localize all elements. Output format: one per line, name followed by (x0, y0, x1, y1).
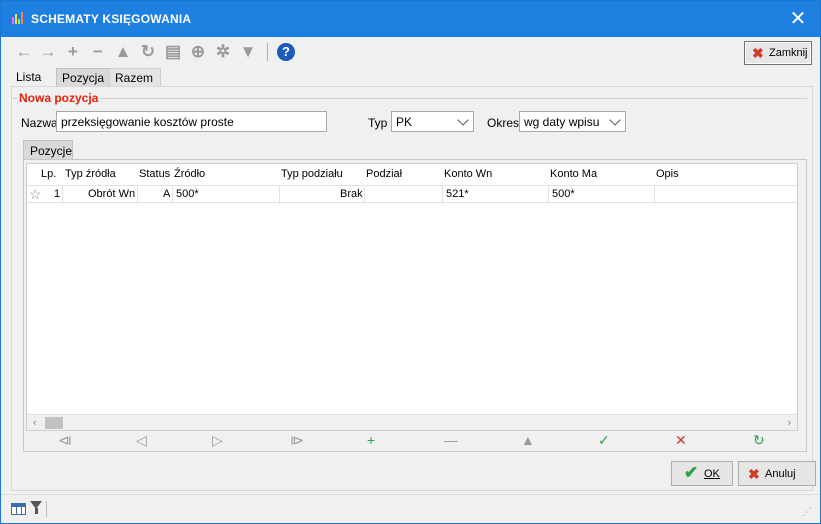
toolbar-separator (267, 43, 268, 61)
col-header-konto-ma[interactable]: Konto Ma (550, 168, 597, 180)
cancel-x-icon: ✖ (748, 466, 760, 482)
arrow-right-icon[interactable]: → (39, 43, 57, 61)
column-divider (279, 186, 280, 204)
last-record-icon[interactable]: ⧐ (290, 432, 304, 448)
tab-razem[interactable]: Razem (109, 68, 161, 86)
horizontal-scrollbar[interactable]: ‹ › (27, 414, 797, 430)
cell-typ-zrodla: Obrót Wn (88, 188, 136, 200)
col-header-typ-zrodla[interactable]: Typ źródła (65, 168, 116, 180)
print-icon[interactable]: ▤ (164, 43, 182, 61)
cancel-button[interactable]: ✖ Anuluj (738, 461, 816, 486)
cell-konto-wn: 521* (446, 188, 469, 200)
app-icon (12, 12, 23, 24)
okres-select-value: wg daty wpisu (524, 115, 600, 129)
resize-grip-icon[interactable]: ⋰ (802, 507, 812, 518)
title-bar: SCHEMATY KSIĘGOWANIA ✕ (1, 1, 820, 37)
typ-select-value: PK (396, 115, 413, 129)
close-button[interactable]: ✖ Zamknij (744, 41, 812, 65)
column-divider (172, 186, 173, 204)
cancel-record-icon[interactable]: ✕ (675, 432, 687, 448)
nazwa-label: Nazwa (21, 116, 58, 130)
column-divider (654, 186, 655, 204)
cell-status: A (163, 188, 171, 200)
column-divider (442, 186, 443, 204)
filter-icon[interactable]: ▼ (239, 43, 257, 61)
column-divider (364, 186, 365, 204)
grid-navigator: ⧏ ◁ ▷ ⧐ + — ▲ ✓ ✕ ↻ (26, 432, 798, 450)
tab-lista[interactable]: Lista (11, 68, 51, 86)
dialog-window: SCHEMATY KSIĘGOWANIA ✕ ← → + − ▲ ↻ ▤ ⊕ ✲… (0, 0, 821, 524)
insert-record-icon[interactable]: + (367, 432, 375, 448)
scroll-left-icon[interactable]: ‹ (33, 417, 37, 429)
settings-icon[interactable]: ✲ (214, 43, 232, 61)
grid-layout-icon[interactable] (11, 503, 26, 515)
refresh-icon[interactable]: ↻ (139, 43, 157, 61)
status-bar: ⋰ (1, 494, 820, 523)
col-header-opis[interactable]: Opis (656, 168, 679, 180)
close-button-label: Zamknij (769, 47, 808, 59)
group-title: Nowa pozycja (17, 91, 101, 105)
tab-pozycja[interactable]: Pozycja (56, 68, 111, 86)
col-header-typ-podzialu[interactable]: Typ podziału (281, 168, 343, 180)
delete-record-icon[interactable]: — (444, 432, 458, 448)
help-icon[interactable]: ? (277, 43, 295, 61)
positions-grid[interactable]: Lp. Typ źródła Status Źródło Typ podział… (26, 163, 798, 431)
scroll-thumb[interactable] (45, 417, 63, 429)
post-record-icon[interactable]: ✓ (598, 432, 610, 448)
toolbar: ← → + − ▲ ↻ ▤ ⊕ ✲ ▼ ? (1, 37, 820, 67)
refresh-record-icon[interactable]: ↻ (753, 432, 765, 448)
next-record-icon[interactable]: ▷ (212, 432, 223, 448)
cell-lp: 1 (54, 188, 61, 200)
plus-icon[interactable]: + (64, 43, 82, 61)
minus-icon[interactable]: − (89, 43, 107, 61)
column-divider (62, 186, 63, 204)
nazwa-input[interactable]: przeksięgowanie kosztów proste (56, 111, 327, 132)
cell-zrodlo: 500* (176, 188, 199, 200)
okres-label: Okres (487, 116, 520, 130)
arrow-left-icon[interactable]: ← (15, 43, 33, 61)
cell-typ-podzialu: Brak (340, 188, 363, 200)
close-x-icon: ✖ (752, 45, 764, 61)
prior-record-icon[interactable]: ◁ (136, 432, 147, 448)
typ-select[interactable]: PK (391, 111, 474, 132)
cell-konto-ma: 500* (552, 188, 575, 200)
col-header-status[interactable]: Status (139, 168, 170, 180)
chevron-down-icon (609, 114, 621, 126)
table-row[interactable]: ☆ 1 Obrót Wn A 500* Brak 521* 500* (27, 185, 797, 204)
col-header-konto-wn[interactable]: Konto Wn (444, 168, 492, 180)
col-header-lp[interactable]: Lp. (41, 168, 56, 180)
typ-label: Typ (368, 116, 388, 130)
window-title: SCHEMATY KSIĘGOWANIA (31, 12, 192, 26)
chevron-down-icon (457, 114, 469, 126)
column-divider (548, 186, 549, 204)
column-divider (137, 186, 138, 204)
ok-button-label: OK (704, 468, 720, 480)
close-icon[interactable]: ✕ (776, 1, 820, 37)
ok-button[interactable]: ✔ OK (671, 461, 733, 486)
first-record-icon[interactable]: ⧏ (58, 432, 72, 448)
search-zoom-icon[interactable]: ⊕ (189, 43, 207, 61)
okres-select[interactable]: wg daty wpisu (519, 111, 626, 132)
col-header-podzial[interactable]: Podział (366, 168, 402, 180)
cancel-button-label: Anuluj (765, 468, 796, 480)
grid-header: Lp. Typ źródła Status Źródło Typ podział… (27, 164, 797, 184)
status-filter-stem (35, 508, 38, 514)
status-separator (46, 501, 47, 517)
scroll-right-icon[interactable]: › (787, 417, 791, 429)
edit-record-icon[interactable]: ▲ (521, 432, 535, 448)
checkmark-icon: ✔ (684, 463, 699, 482)
tab-pozycje[interactable]: Pozycje (23, 140, 73, 160)
col-header-zrodlo[interactable]: Źródło (174, 168, 205, 180)
group-divider (13, 98, 807, 99)
triangle-icon[interactable]: ▲ (114, 43, 132, 61)
row-star-icon: ☆ (29, 186, 42, 202)
